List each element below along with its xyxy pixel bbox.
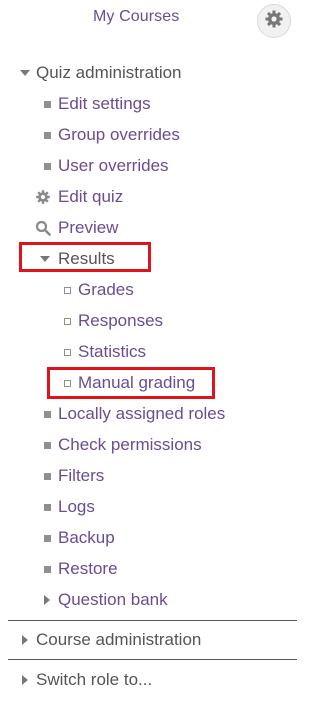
my-courses-link[interactable]: My Courses	[93, 8, 179, 26]
bullet-icon	[38, 529, 56, 547]
quiz-administration-label: Quiz administration	[36, 63, 182, 82]
grades-link[interactable]: Grades	[58, 276, 134, 304]
bullet-icon	[38, 157, 56, 175]
results-highlight-box	[19, 242, 151, 272]
edit-settings-link[interactable]: Edit settings	[38, 90, 151, 118]
locally-assigned-roles-link[interactable]: Locally assigned roles	[38, 400, 225, 428]
gear-icon	[34, 188, 52, 206]
caret-right-icon	[16, 671, 34, 689]
preview-link[interactable]: Preview	[34, 214, 118, 242]
switch-role-node[interactable]: Switch role to...	[16, 666, 152, 694]
gear-icon	[264, 9, 284, 34]
group-overrides-link[interactable]: Group overrides	[38, 121, 180, 149]
question-bank-node[interactable]: Question bank	[38, 586, 168, 614]
restore-link[interactable]: Restore	[38, 555, 118, 583]
filters-link[interactable]: Filters	[38, 462, 104, 490]
bullet-icon	[38, 467, 56, 485]
square-bullet-icon	[58, 312, 76, 330]
bullet-icon	[38, 436, 56, 454]
quiz-administration-node[interactable]: Quiz administration	[16, 59, 182, 87]
search-icon	[34, 219, 52, 237]
square-bullet-icon	[58, 343, 76, 361]
section-divider	[8, 659, 297, 660]
responses-link[interactable]: Responses	[58, 307, 163, 335]
statistics-link[interactable]: Statistics	[58, 338, 146, 366]
manual-grading-highlight-box	[47, 367, 215, 399]
block-settings-button[interactable]	[257, 4, 291, 38]
caret-right-icon	[38, 591, 56, 609]
course-administration-node[interactable]: Course administration	[16, 626, 201, 654]
bullet-icon	[38, 560, 56, 578]
bullet-icon	[38, 126, 56, 144]
bullet-icon	[38, 498, 56, 516]
check-permissions-link[interactable]: Check permissions	[38, 431, 202, 459]
caret-right-icon	[16, 631, 34, 649]
edit-quiz-link[interactable]: Edit quiz	[34, 183, 123, 211]
section-divider	[8, 620, 297, 621]
user-overrides-link[interactable]: User overrides	[38, 152, 169, 180]
caret-down-icon	[16, 64, 34, 82]
bullet-icon	[38, 95, 56, 113]
bullet-icon	[38, 405, 56, 423]
square-bullet-icon	[58, 281, 76, 299]
logs-link[interactable]: Logs	[38, 493, 95, 521]
backup-link[interactable]: Backup	[38, 524, 115, 552]
